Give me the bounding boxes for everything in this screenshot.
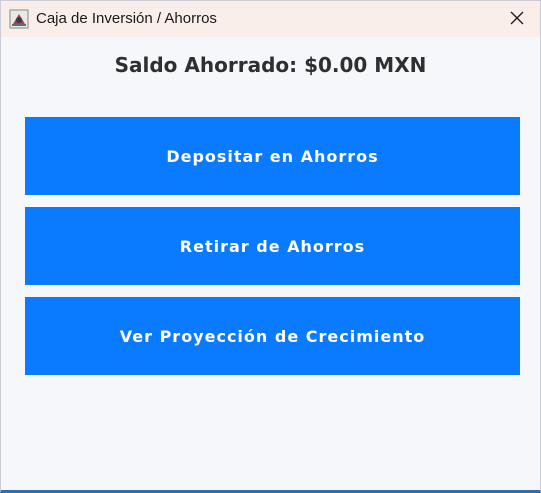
window-title: Caja de Inversión / Ahorros	[36, 10, 217, 27]
java-app-icon	[9, 9, 29, 29]
deposit-button[interactable]: Depositar en Ahorros	[25, 117, 520, 195]
close-icon	[510, 10, 524, 29]
title-bar[interactable]: Caja de Inversión / Ahorros	[1, 1, 540, 37]
projection-button[interactable]: Ver Proyección de Crecimiento	[25, 297, 520, 375]
balance-label: Saldo Ahorrado: $0.00 MXN	[114, 53, 427, 77]
app-window: Caja de Inversión / Ahorros Saldo Ahorra…	[0, 0, 541, 493]
withdraw-button[interactable]: Retirar de Ahorros	[25, 207, 520, 285]
close-button[interactable]	[494, 1, 540, 37]
